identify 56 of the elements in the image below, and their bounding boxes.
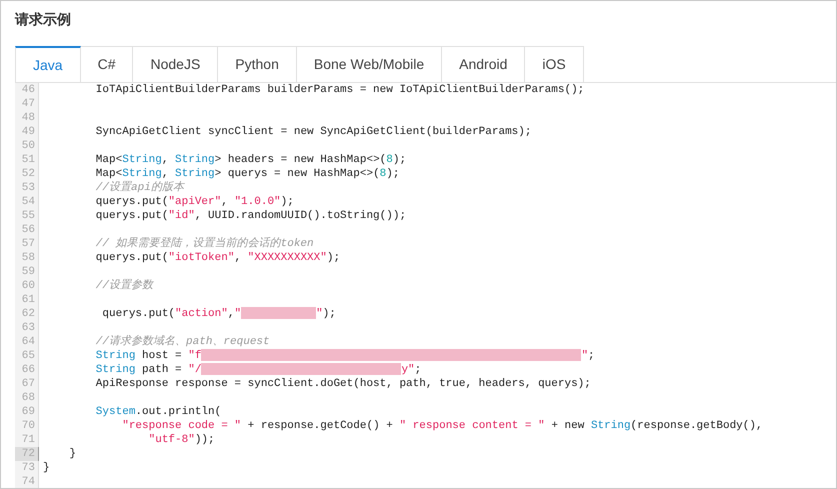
code-line: } bbox=[68, 447, 76, 461]
line-number: 57 bbox=[15, 237, 38, 251]
code-line: String host = "f "; bbox=[94, 349, 595, 363]
code-line: querys.put("iotToken", "XXXXXXXXXX"); bbox=[94, 251, 340, 265]
code-line: SyncApiGetClient syncClient = new SyncApiGetClient(builderParams); bbox=[94, 125, 532, 139]
line-number: 69 bbox=[15, 405, 38, 419]
code-line: //设置api的版本 bbox=[94, 181, 184, 195]
code-line: ApiResponse response = syncClient.doGet(host, path, true, headers, querys); bbox=[94, 377, 591, 391]
code-line: IoTApiClientBuilderParams builderParams = new IoTApiClientBuilderParams(); bbox=[94, 83, 584, 97]
line-number: 61 bbox=[15, 293, 38, 307]
language-tab[interactable]: Python bbox=[218, 46, 297, 82]
code-line: Map<String, String> headers = new HashMap<>(8); bbox=[94, 153, 406, 167]
line-number: 59 bbox=[15, 265, 38, 279]
line-number: 48 bbox=[15, 111, 38, 125]
line-number: 46 bbox=[15, 83, 38, 97]
code-line: //请求参数域名、path、request bbox=[94, 335, 270, 349]
code-line: "utf-8")); bbox=[148, 433, 215, 447]
line-number: 68 bbox=[15, 391, 38, 405]
code-line: System.out.println( bbox=[94, 405, 222, 419]
language-tab[interactable]: iOS bbox=[525, 46, 584, 82]
line-number: 55 bbox=[15, 209, 38, 223]
code-line: } bbox=[43, 461, 50, 475]
section-title: 请求示例 bbox=[14, 10, 72, 29]
line-number: 50 bbox=[15, 139, 38, 153]
line-number: 62 bbox=[15, 307, 38, 321]
code-line: querys.put("id", UUID.randomUUID().toString()); bbox=[94, 209, 406, 223]
line-number: 56 bbox=[15, 223, 38, 237]
line-number: 74 bbox=[15, 475, 38, 488]
language-tab[interactable]: Java bbox=[15, 46, 81, 82]
language-tab[interactable]: C# bbox=[80, 46, 134, 82]
language-tab[interactable]: NodeJS bbox=[133, 46, 218, 82]
code-line: querys.put("action"," "); bbox=[101, 307, 336, 321]
line-number: 71 bbox=[15, 433, 38, 447]
language-tab[interactable]: Android bbox=[442, 46, 526, 82]
line-number: 66 bbox=[15, 363, 38, 377]
line-number: 70 bbox=[15, 419, 38, 433]
line-number: 65 bbox=[15, 349, 38, 363]
code-line: Map<String, String> querys = new HashMap<>(8); bbox=[94, 167, 400, 181]
line-number: 49 bbox=[15, 125, 38, 139]
line-number: 60 bbox=[15, 279, 38, 293]
line-number: 53 bbox=[15, 181, 38, 195]
code-line: // 如果需要登陆，设置当前的会话的token bbox=[94, 237, 314, 251]
line-number: 51 bbox=[15, 153, 38, 167]
code-line: String path = "/ y"; bbox=[94, 363, 422, 377]
code-line: //设置参数 bbox=[94, 279, 154, 293]
language-tab[interactable]: Bone Web/Mobile bbox=[296, 46, 442, 82]
line-number: 54 bbox=[15, 195, 38, 209]
line-number: 52 bbox=[15, 167, 38, 181]
line-number: 58 bbox=[15, 251, 38, 265]
line-number: 47 bbox=[15, 97, 38, 111]
code-line: querys.put("apiVer", "1.0.0"); bbox=[94, 195, 294, 209]
line-number: 64 bbox=[15, 335, 38, 349]
line-number: 67 bbox=[15, 377, 38, 391]
code-line: "response code = " + response.getCode() + " response content = " + new String(response.getBody(), bbox=[121, 419, 763, 433]
line-number: 73 bbox=[15, 461, 38, 475]
line-number: 63 bbox=[15, 321, 38, 335]
